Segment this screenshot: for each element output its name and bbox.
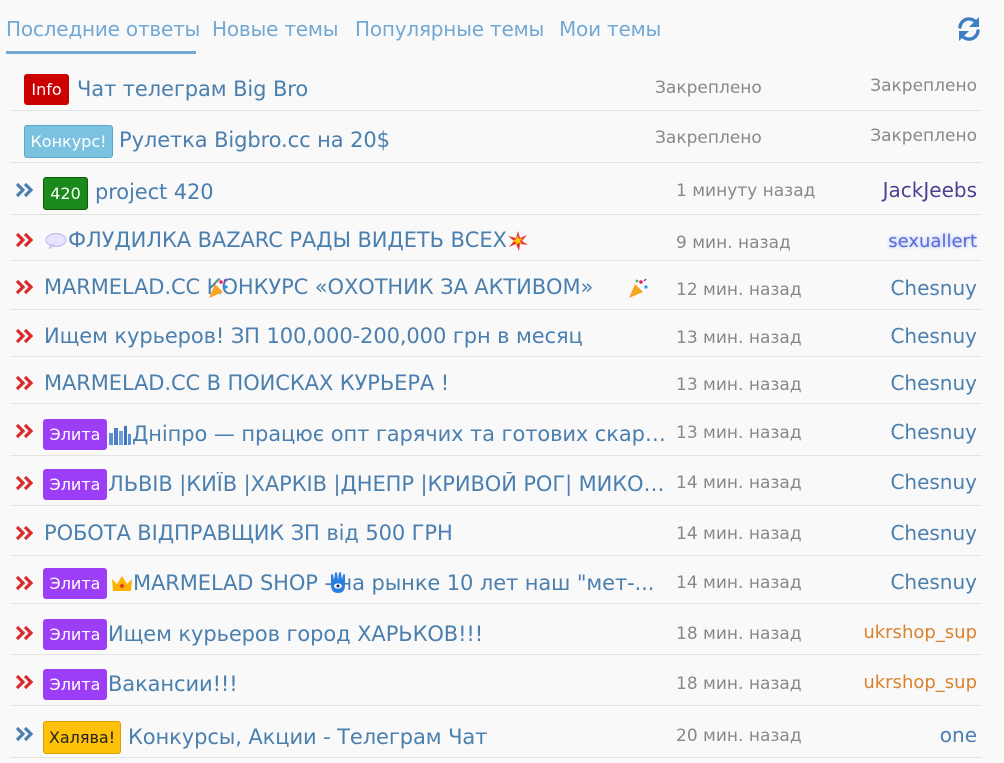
thread-title[interactable]: ФЛУДИЛКА BAZARC РАДЫ ВИДЕТЬ ВСЕХ bbox=[44, 228, 644, 252]
speech-bubble-icon bbox=[45, 233, 67, 250]
thread-title[interactable]: Дніпро — працює опт гарячих та готових с… bbox=[108, 422, 668, 446]
thread-title[interactable]: Ищем курьеров! ЗП 100,000-200,000 грн в … bbox=[44, 324, 654, 348]
thread-time: 18 мин. назад bbox=[676, 624, 802, 644]
double-chevron-hot-icon bbox=[15, 279, 34, 295]
double-chevron-hot-icon bbox=[15, 525, 34, 541]
crown-icon bbox=[112, 576, 132, 591]
thread-title-text: MARMELAD SHOP - на рынке 10 лет наш "мет… bbox=[133, 571, 655, 595]
thread-row[interactable]: ФЛУДИЛКА BAZARC РАДЫ ВИДЕТЬ ВСЕХ 9 мин. … bbox=[10, 215, 982, 261]
thread-row[interactable]: MARMELAD.CC В ПОИСКАХ КУРЬЕРА ! 13 мин. … bbox=[10, 357, 982, 404]
thread-author[interactable]: one bbox=[940, 723, 977, 747]
thread-pinned-label: Закреплено bbox=[655, 78, 762, 98]
prefix-elite-badge[interactable]: Элита bbox=[43, 669, 107, 700]
collision-icon bbox=[507, 231, 528, 251]
double-chevron-hot-icon bbox=[15, 375, 34, 391]
thread-row[interactable]: Конкурс! Рулетка Bigbro.cc на 20$ Закреп… bbox=[10, 111, 982, 163]
thread-time: 13 мин. назад bbox=[676, 375, 802, 395]
thread-author[interactable]: Chesnuy bbox=[890, 570, 977, 594]
thread-time: 14 мин. назад bbox=[676, 573, 802, 593]
thread-title[interactable]: Конкурсы, Акции - Телеграм Чат bbox=[128, 725, 668, 749]
tab-new-threads[interactable]: Новые темы bbox=[212, 17, 339, 41]
thread-row[interactable]: Халява! Конкурсы, Акции - Телеграм Чат 2… bbox=[10, 706, 982, 758]
double-chevron-hot-icon bbox=[15, 575, 34, 591]
thread-row[interactable]: Элита Ищем курьеров город ХАРЬКОВ!!! 18 … bbox=[10, 604, 982, 655]
tab-latest-replies[interactable]: Последние ответы bbox=[6, 17, 200, 41]
refresh-icon[interactable] bbox=[955, 15, 983, 43]
thread-row[interactable]: 420 project 420 1 минуту назад JackJeebs bbox=[10, 163, 982, 215]
double-chevron-hot-icon bbox=[15, 674, 34, 690]
thread-row[interactable]: Элита Дніпро — працює опт гарячих та гот… bbox=[10, 404, 982, 456]
thread-time: 13 мин. назад bbox=[676, 328, 802, 348]
thread-time: 20 мин. назад bbox=[676, 726, 802, 746]
thread-row[interactable]: РОБОТА ВІДПРАВЩИК ЗП від 500 ГРН 14 мин.… bbox=[10, 506, 982, 556]
thread-title[interactable]: MARMELAD.CC В ПОИСКАХ КУРЬЕРА ! bbox=[44, 371, 654, 395]
thread-row[interactable]: Info Чат телеграм Big Bro Закреплено Зак… bbox=[10, 64, 982, 111]
thread-author[interactable]: Chesnuy bbox=[890, 276, 977, 300]
double-chevron-hot-icon bbox=[15, 232, 34, 248]
double-chevron-icon bbox=[15, 182, 34, 198]
party-popper-icon bbox=[629, 278, 648, 298]
thread-author[interactable]: Chesnuy bbox=[890, 371, 977, 395]
thread-title[interactable]: Чат телеграм Big Bro bbox=[77, 77, 637, 101]
tab-my-threads[interactable]: Мои темы bbox=[559, 17, 661, 41]
thread-author[interactable]: JackJeebs bbox=[883, 178, 977, 202]
thread-row[interactable]: Элита Вакансии!!! 18 мин. назад ukrshop_… bbox=[10, 655, 982, 706]
thread-title-text: MARMELAD.CC КОНКУРС «ОХОТНИК ЗА АКТИВОМ» bbox=[44, 275, 594, 299]
double-chevron-hot-icon bbox=[15, 625, 34, 641]
thread-row[interactable]: Ищем курьеров! ЗП 100,000-200,000 грн в … bbox=[10, 310, 982, 357]
thread-title[interactable]: РОБОТА ВІДПРАВЩИК ЗП від 500 ГРН bbox=[44, 521, 654, 545]
thread-author[interactable]: ukrshop_sup bbox=[863, 622, 977, 643]
prefix-info-badge[interactable]: Info bbox=[24, 74, 69, 105]
thread-title[interactable]: project 420 bbox=[95, 180, 655, 204]
thread-title[interactable]: Ищем курьеров город ХАРЬКОВ!!! bbox=[108, 622, 668, 646]
thread-time: 9 мин. назад bbox=[676, 233, 791, 253]
thread-time: 13 мин. назад bbox=[676, 423, 802, 443]
thread-row[interactable]: Элита ЛЬВІВ |КИЇВ |ХАРКІВ |ДНЕПР |КРИВОЙ… bbox=[10, 456, 982, 506]
thread-time: 1 минуту назад bbox=[676, 181, 816, 201]
thread-title[interactable]: Рулетка Bigbro.cc на 20$ bbox=[119, 128, 639, 152]
thread-pinned-label: Закреплено bbox=[655, 128, 762, 148]
prefix-elite-badge[interactable]: Элита bbox=[43, 469, 107, 500]
thread-author[interactable]: sexuallert bbox=[888, 231, 977, 252]
prefix-elite-badge[interactable]: Элита bbox=[43, 419, 107, 450]
tab-bar: Последние ответы Новые темы Популярные т… bbox=[0, 0, 1004, 62]
tab-popular-threads[interactable]: Популярные темы bbox=[355, 17, 544, 41]
prefix-elite-badge[interactable]: Элита bbox=[43, 619, 107, 650]
thread-author[interactable]: Chesnuy bbox=[890, 324, 977, 348]
thread-title[interactable]: MARMELAD SHOP - на рынке 10 лет наш "мет… bbox=[111, 571, 671, 595]
thread-title[interactable]: ЛЬВІВ |КИЇВ |ХАРКІВ |ДНЕПР |КРИВОЙ РОГ| … bbox=[108, 472, 668, 496]
thread-author[interactable]: Chesnuy bbox=[890, 420, 977, 444]
thread-row[interactable]: MARMELAD.CC КОНКУРС «ОХОТНИК ЗА АКТИВОМ»… bbox=[10, 261, 982, 310]
thread-time: 12 мин. назад bbox=[676, 280, 802, 300]
prefix-420-badge[interactable]: 420 bbox=[43, 177, 88, 210]
double-chevron-icon bbox=[15, 726, 34, 742]
thread-pinned-label: Закреплено bbox=[870, 76, 977, 96]
prefix-konkurs-badge[interactable]: Конкурс! bbox=[24, 125, 113, 158]
double-chevron-hot-icon bbox=[15, 423, 34, 439]
party-popper-icon bbox=[209, 278, 228, 298]
thread-author[interactable]: ukrshop_sup bbox=[863, 672, 977, 693]
active-tab-indicator bbox=[6, 51, 196, 54]
thread-author[interactable]: Chesnuy bbox=[890, 521, 977, 545]
thread-title[interactable]: MARMELAD.CC КОНКУРС «ОХОТНИК ЗА АКТИВОМ» bbox=[44, 275, 654, 299]
prefix-halyava-badge[interactable]: Халява! bbox=[43, 721, 121, 754]
thread-time: 14 мин. назад bbox=[676, 473, 802, 493]
thread-pinned-label: Закреплено bbox=[870, 126, 977, 146]
thread-time: 18 мин. назад bbox=[676, 674, 802, 694]
thread-title[interactable]: Вакансии!!! bbox=[108, 672, 668, 696]
double-chevron-hot-icon bbox=[15, 475, 34, 491]
cityscape-icon bbox=[109, 426, 131, 445]
thread-title-text: ФЛУДИЛКА BAZARC РАДЫ ВИДЕТЬ ВСЕХ bbox=[68, 228, 507, 252]
double-chevron-hot-icon bbox=[15, 328, 34, 344]
thread-row[interactable]: Элита MARMELAD SHOP - на рынке 10 лет на… bbox=[10, 556, 982, 604]
thread-author[interactable]: Chesnuy bbox=[890, 470, 977, 494]
thread-time: 14 мин. назад bbox=[676, 524, 802, 544]
hamsa-icon bbox=[331, 572, 345, 593]
thread-title-text: Дніпро — працює опт гарячих та готових с… bbox=[132, 422, 668, 446]
prefix-elite-badge[interactable]: Элита bbox=[43, 568, 107, 599]
